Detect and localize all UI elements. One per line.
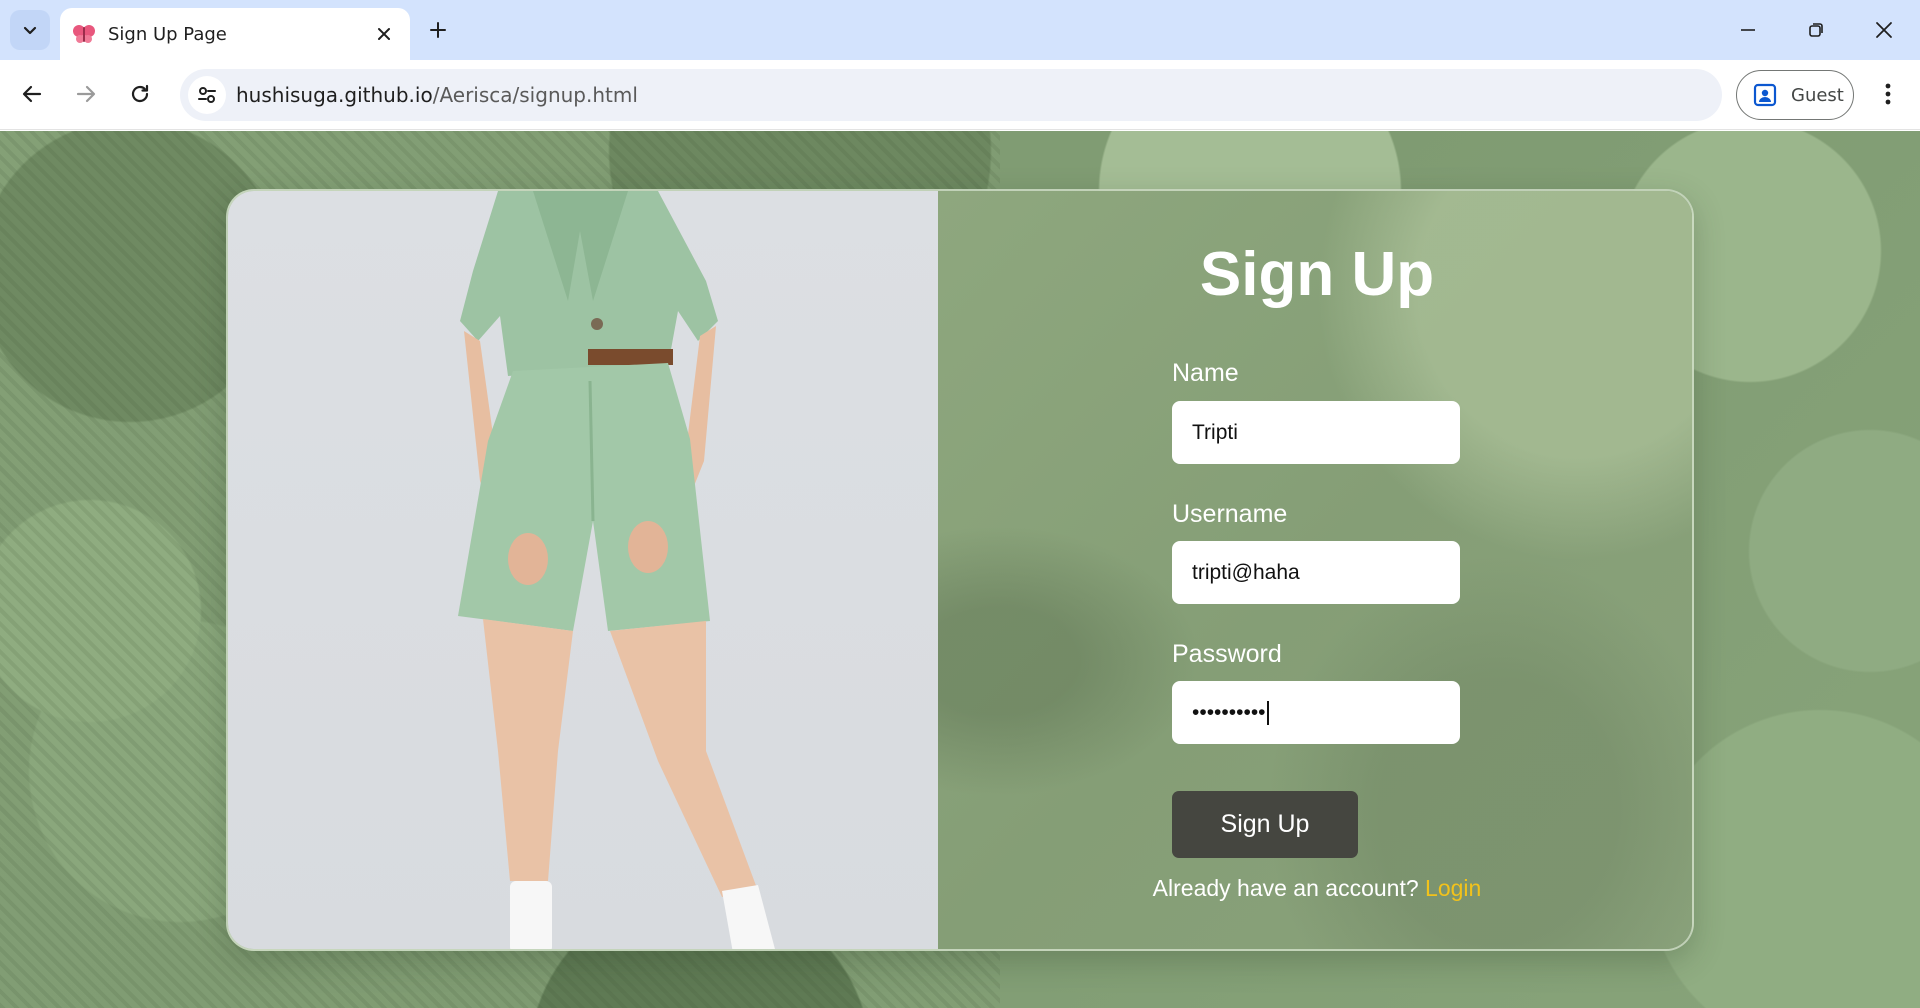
- butterfly-icon: [73, 25, 95, 43]
- url-host: hushisuga.github.io: [236, 83, 433, 107]
- more-vert-icon: [1885, 83, 1891, 105]
- name-field[interactable]: Tripti: [1172, 401, 1460, 464]
- login-link[interactable]: Login: [1425, 875, 1481, 901]
- tab-title: Sign Up Page: [108, 24, 227, 45]
- active-tab[interactable]: Sign Up Page: [60, 8, 410, 60]
- profile-label: Guest: [1791, 85, 1844, 106]
- tab-strip: Sign Up Page: [0, 0, 1920, 60]
- restore-icon: [1809, 23, 1823, 37]
- tune-icon: [198, 87, 216, 103]
- minimize-icon: [1741, 29, 1755, 31]
- login-prompt: Already have an account? Login: [938, 875, 1692, 902]
- name-label: Name: [1172, 359, 1239, 387]
- forward-button[interactable]: [68, 76, 104, 112]
- chevron-down-icon: [23, 26, 37, 35]
- password-value: ••••••••••: [1192, 700, 1266, 724]
- username-field[interactable]: tripti@haha: [1172, 541, 1460, 604]
- username-label: Username: [1172, 500, 1288, 528]
- fashion-photo: [228, 191, 938, 949]
- model-illustration: [458, 191, 775, 949]
- url-path: /Aerisca/signup.html: [432, 83, 638, 107]
- arrow-left-icon: [22, 85, 42, 103]
- arrow-right-icon: [76, 85, 96, 103]
- tab-close-button[interactable]: [372, 22, 396, 46]
- browser-menu-button[interactable]: [1872, 76, 1904, 112]
- address-bar[interactable]: hushisuga.github.io/Aerisca/signup.html: [180, 69, 1722, 121]
- close-icon: [1876, 22, 1892, 38]
- text-caret: [1266, 700, 1269, 725]
- password-field[interactable]: ••••••••••: [1172, 681, 1460, 744]
- profile-button[interactable]: Guest: [1736, 70, 1854, 120]
- username-value: tripti@haha: [1192, 560, 1300, 584]
- reload-icon: [131, 84, 149, 103]
- url-text[interactable]: hushisuga.github.io/Aerisca/signup.html: [236, 83, 638, 107]
- login-prompt-text: Already have an account?: [1152, 875, 1419, 901]
- name-value: Tripti: [1192, 420, 1238, 444]
- signup-form: Sign Up Name Tripti Username tripti@haha…: [938, 191, 1692, 949]
- tab-search-button[interactable]: [10, 10, 50, 50]
- site-info-button[interactable]: [188, 76, 226, 114]
- restore-button[interactable]: [1800, 14, 1832, 46]
- new-tab-button[interactable]: [424, 16, 452, 44]
- reload-button[interactable]: [122, 76, 158, 112]
- back-button[interactable]: [14, 76, 50, 112]
- sign-up-button[interactable]: Sign Up: [1172, 791, 1358, 858]
- page-viewport: Sign Up Name Tripti Username tripti@haha…: [0, 131, 1920, 1008]
- password-label: Password: [1172, 640, 1282, 668]
- signup-card: Sign Up Name Tripti Username tripti@haha…: [226, 189, 1694, 951]
- minimize-button[interactable]: [1732, 14, 1764, 46]
- browser-toolbar: hushisuga.github.io/Aerisca/signup.html …: [0, 60, 1920, 130]
- person-icon: [1753, 83, 1777, 107]
- close-window-button[interactable]: [1868, 14, 1900, 46]
- page-title: Sign Up: [1199, 240, 1435, 309]
- close-icon: [378, 28, 390, 40]
- plus-icon: [430, 22, 446, 38]
